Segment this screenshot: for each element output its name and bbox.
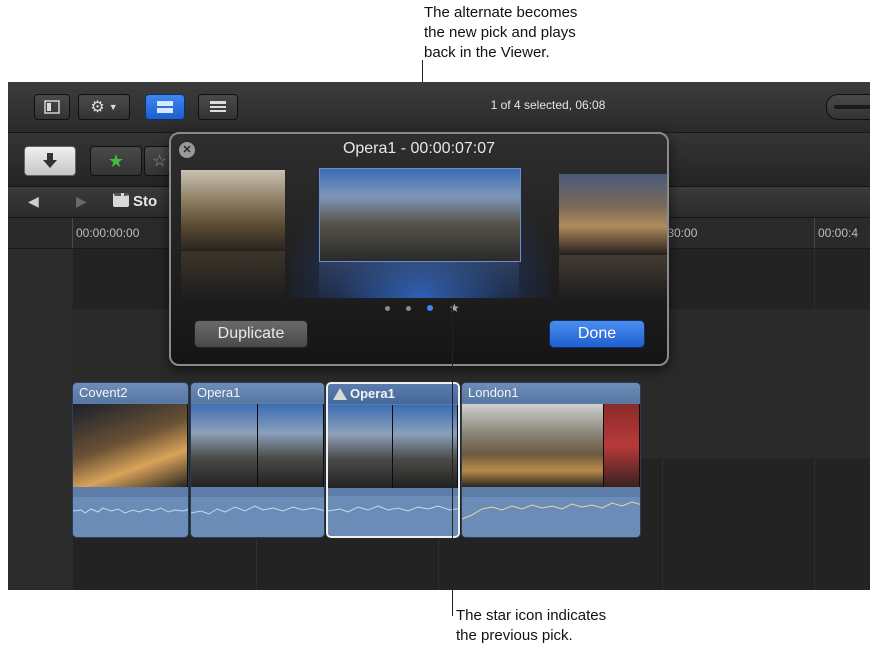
clip-audio-waveform: [191, 497, 324, 537]
star-icon[interactable]: ★: [449, 302, 460, 314]
clip-title-bar: Opera1: [328, 384, 458, 404]
clip-name: London1: [462, 383, 640, 403]
list-view-icon: [210, 101, 226, 112]
ruler-tick-label: :30:00: [664, 226, 698, 240]
clip-name: Opera1: [191, 383, 324, 403]
timeline-toolbar: ⚙ ▼ 1 of 4 selected, 06:08: [8, 82, 870, 133]
clip-name: Opera1: [350, 386, 395, 401]
action-menu-button[interactable]: ⚙ ▼: [78, 94, 130, 120]
clip-frame: [257, 404, 324, 487]
timeline-clip-covent2[interactable]: Covent2: [72, 382, 189, 538]
chevron-down-icon: ▼: [108, 102, 118, 112]
clip-name: Covent2: [73, 383, 188, 403]
ruler-tick-label: 00:00:00:00: [76, 226, 140, 240]
clip-appearance-filmstrip-button[interactable]: [145, 94, 185, 120]
pick-dot[interactable]: [385, 305, 390, 311]
ruler-tick-label: 00:00:4: [818, 226, 859, 240]
clip-frame: [603, 404, 640, 487]
clip-filmstrip: [328, 405, 458, 488]
waveform-shape: [73, 507, 188, 514]
audition-window: ✕ Opera1 - 00:00:07:07 ★ Duplicate Done: [169, 132, 669, 366]
clip-frame: [393, 405, 458, 488]
ruler-tick: [814, 218, 815, 248]
alternate-thumbnail-right[interactable]: [559, 174, 667, 254]
gear-icon: ⚙: [90, 99, 105, 116]
mark-favorite-button[interactable]: ★: [90, 146, 142, 176]
forward-arrow-icon[interactable]: ▶: [76, 193, 87, 210]
callout-bottom-leader: [452, 302, 453, 616]
waveform-shape: [191, 505, 324, 515]
waveform-shape: [328, 505, 458, 513]
audition-title: Opera1 - 00:00:07:07: [342, 140, 496, 157]
current-pick-dot[interactable]: [427, 305, 433, 311]
clip-filmstrip: [73, 404, 188, 487]
thumbnail-reflection: [181, 251, 285, 301]
outline-star-icon: ☆: [152, 153, 167, 170]
project-name[interactable]: Sto: [133, 193, 157, 210]
show-browser-button[interactable]: [34, 94, 70, 120]
clip-filmstrip: [462, 404, 640, 487]
zoom-slider[interactable]: [826, 94, 870, 120]
waveform-shape: [462, 501, 640, 520]
audition-badge-icon: [333, 388, 347, 400]
thumbnail-reflection: [559, 255, 667, 301]
import-button[interactable]: [24, 146, 76, 176]
clip-frame: [191, 404, 258, 487]
pick-dot[interactable]: [406, 305, 411, 311]
clip-frame: [73, 404, 188, 487]
duplicate-button[interactable]: Duplicate: [194, 320, 308, 348]
callout-bottom-text: The star icon indicates the previous pic…: [456, 607, 607, 644]
thumbnail-reflection: [319, 262, 519, 302]
clip-audio-waveform: [462, 497, 640, 537]
done-button[interactable]: Done: [549, 320, 645, 348]
clip-appearance-list-button[interactable]: [198, 94, 238, 120]
favorite-star-icon: ★: [107, 150, 125, 171]
browser-toggle-icon: [44, 100, 60, 114]
current-pick-thumbnail[interactable]: [319, 168, 521, 262]
download-arrow-icon: [43, 153, 57, 168]
callout-top: The alternate becomes the new pick and p…: [424, 3, 664, 63]
final-cut-window: ⚙ ▼ 1 of 4 selected, 06:08 ★ ☆ ◀ ▶ Sto 0…: [8, 82, 870, 590]
clip-audio-waveform: [328, 496, 458, 536]
timeline-gutter: [8, 249, 73, 590]
timeline-clip-london1[interactable]: London1: [461, 382, 641, 538]
ruler-tick: [72, 218, 73, 248]
pick-indicator-dots: ★: [385, 302, 465, 314]
callout-bottom: The star icon indicates the previous pic…: [456, 606, 676, 646]
callout-top-text: The alternate becomes the new pick and p…: [424, 4, 578, 61]
selection-status: 1 of 4 selected, 06:08: [490, 98, 606, 112]
filmstrip-view-icon: [157, 101, 173, 113]
clip-frame: [328, 405, 393, 488]
clip-frame: [462, 404, 604, 487]
clip-audio-waveform: [73, 497, 188, 537]
timeline-clip-opera1[interactable]: Opera1: [190, 382, 325, 538]
zoom-slider-track: [834, 105, 870, 109]
clip-filmstrip: [191, 404, 324, 487]
timeline-clip-opera1-audition[interactable]: Opera1: [326, 382, 460, 538]
back-arrow-icon[interactable]: ◀: [28, 193, 39, 210]
clapper-icon: [113, 193, 129, 207]
alternate-thumbnail-left[interactable]: [181, 170, 285, 250]
